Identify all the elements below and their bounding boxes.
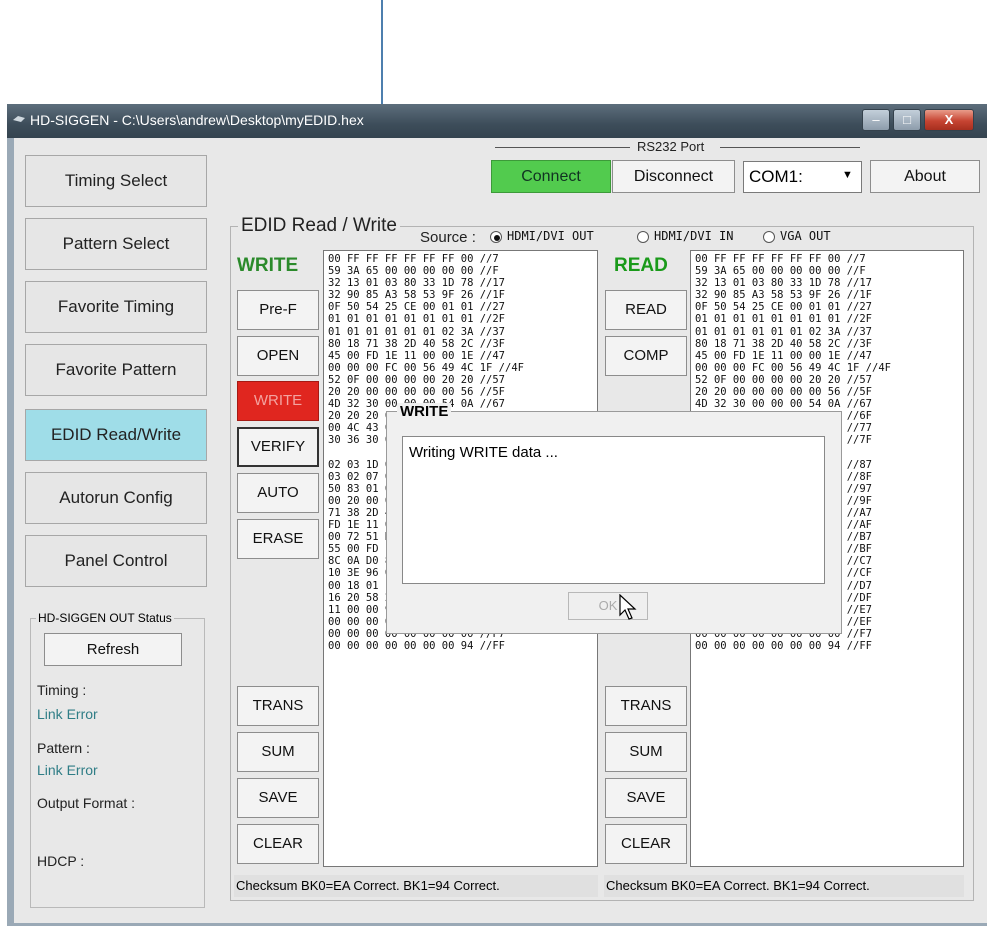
write-dialog-text: Writing WRITE data ... [409, 444, 558, 461]
open-button[interactable]: OPEN [237, 336, 319, 376]
source-label: Source : [420, 229, 476, 246]
erase-button[interactable]: ERASE [237, 519, 319, 559]
nav-favorite-pattern[interactable]: Favorite Pattern [25, 344, 207, 396]
com-port-select[interactable]: COM1: ▼ [743, 161, 862, 193]
nav-panel-control[interactable]: Panel Control [25, 535, 207, 587]
hex-line: 32 90 85 A3 58 53 9F 26 //1F [328, 289, 506, 302]
hex-line: 4D 32 30 00 00 00 54 0A //67 [328, 398, 506, 411]
hex-line: 32 13 01 03 80 33 1D 78 //17 [328, 277, 506, 290]
app-icon [13, 116, 25, 122]
hex-line: 00 00 00 00 00 00 00 94 //FF [695, 640, 873, 652]
read-sum-button[interactable]: SUM [605, 732, 687, 772]
pattern-value: Link Error [37, 762, 98, 778]
source-radio-hdmi-in[interactable] [637, 231, 649, 243]
pattern-label: Pattern : [37, 740, 90, 756]
write-trans-button[interactable]: TRANS [237, 686, 319, 726]
hex-line: 00 FF FF FF FF FF FF 00 //7 [695, 253, 866, 265]
read-save-button[interactable]: SAVE [605, 778, 687, 818]
hex-line: 4D 32 30 00 00 00 54 0A //67 [695, 398, 873, 411]
hex-line: 59 3A 65 00 00 00 00 00 //F [695, 265, 866, 278]
hex-line: 80 18 71 38 2D 40 58 2C //3F [328, 337, 506, 350]
write-clear-button[interactable]: CLEAR [237, 824, 319, 864]
out-status-title: HD-SIGGEN OUT Status [36, 611, 174, 625]
hex-line: 20 20 00 00 00 00 00 56 //5F [695, 386, 873, 399]
com-port-value: COM1: [749, 167, 803, 186]
comp-button[interactable]: COMP [605, 336, 687, 376]
hex-line: 00 00 00 FC 00 56 49 4C 1F //4F [328, 361, 524, 374]
window-title: HD-SIGGEN - C:\Users\andrew\Desktop\myED… [30, 112, 364, 128]
source-option-hdmi-out: HDMI/DVI OUT [507, 229, 594, 243]
read-clear-button[interactable]: CLEAR [605, 824, 687, 864]
pre-f-button[interactable]: Pre-F [237, 290, 319, 330]
hex-line: 20 20 00 00 00 00 00 56 //5F [328, 386, 506, 399]
write-sum-button[interactable]: SUM [237, 732, 319, 772]
read-button[interactable]: READ [605, 290, 687, 330]
mouse-cursor-icon [619, 594, 637, 620]
write-checksum: Checksum BK0=EA Correct. BK1=94 Correct. [234, 875, 598, 897]
output-format-label: Output Format : [37, 795, 136, 811]
hex-line: 01 01 01 01 01 01 01 01 //2F [695, 313, 873, 326]
hex-line: 00 00 00 00 00 00 00 94 //FF [328, 640, 506, 652]
nav-autorun-config[interactable]: Autorun Config [25, 472, 207, 524]
timing-label: Timing : [37, 682, 87, 698]
rs232-line-right [720, 147, 860, 148]
write-button[interactable]: WRITE [237, 381, 319, 421]
about-button[interactable]: About [870, 160, 980, 193]
write-save-button[interactable]: SAVE [237, 778, 319, 818]
hex-line: 52 0F 00 00 00 00 20 20 //57 [328, 373, 506, 386]
hex-line: 45 00 FD 1E 11 00 00 1E //47 [328, 349, 506, 362]
edid-title: EDID Read / Write [238, 215, 400, 237]
nav-pattern-select[interactable]: Pattern Select [25, 218, 207, 270]
close-button[interactable]: X [924, 109, 974, 131]
hex-line: 01 01 01 01 01 01 02 3A //37 [695, 325, 873, 338]
nav-edid-read-write[interactable]: EDID Read/Write [25, 409, 207, 461]
hdcp-label: HDCP : [37, 853, 85, 869]
rs232-line-left [495, 147, 630, 148]
read-checksum: Checksum BK0=EA Correct. BK1=94 Correct. [604, 875, 964, 897]
hex-line: 00 FF FF FF FF FF FF 00 //7 [328, 253, 499, 265]
hex-line: 59 3A 65 00 00 00 00 00 //F [328, 265, 499, 278]
hex-line: 52 0F 00 00 00 00 20 20 //57 [695, 373, 873, 386]
hex-line: 80 18 71 38 2D 40 58 2C //3F [695, 337, 873, 350]
nav-timing-select[interactable]: Timing Select [25, 155, 207, 207]
hex-line: 01 01 01 01 01 01 01 01 //2F [328, 313, 506, 326]
timing-value: Link Error [37, 706, 98, 722]
verify-button[interactable]: VERIFY [237, 427, 319, 467]
nav-favorite-timing[interactable]: Favorite Timing [25, 281, 207, 333]
disconnect-button[interactable]: Disconnect [612, 160, 735, 193]
rs232-title: RS232 Port [637, 139, 705, 154]
refresh-button[interactable]: Refresh [44, 633, 182, 666]
hex-line: 32 13 01 03 80 33 1D 78 //17 [695, 277, 873, 290]
hex-line: 01 01 01 01 01 01 02 3A //37 [328, 325, 506, 338]
auto-button[interactable]: AUTO [237, 473, 319, 513]
maximize-button[interactable]: □ [893, 109, 921, 131]
chevron-down-icon: ▼ [842, 169, 853, 181]
source-radio-hdmi-out[interactable] [490, 231, 502, 243]
read-header: READ [614, 255, 668, 276]
minimize-button[interactable]: – [862, 109, 890, 131]
read-trans-button[interactable]: TRANS [605, 686, 687, 726]
hex-line: 45 00 FD 1E 11 00 00 1E //47 [695, 349, 873, 362]
write-dialog-title: WRITE [397, 403, 452, 420]
hex-line: 00 00 00 FC 00 56 49 4C 1F //4F [695, 361, 891, 374]
source-option-hdmi-in: HDMI/DVI IN [654, 229, 734, 243]
hex-line: 0F 50 54 25 CE 00 01 01 //27 [695, 301, 873, 314]
write-header: WRITE [237, 255, 299, 276]
hex-line: 0F 50 54 25 CE 00 01 01 //27 [328, 301, 506, 314]
source-option-vga-out: VGA OUT [780, 229, 831, 243]
write-dialog-message: Writing WRITE data ... [402, 436, 825, 584]
connect-button[interactable]: Connect [491, 160, 611, 193]
source-radio-vga-out[interactable] [763, 231, 775, 243]
hex-line: 32 90 85 A3 58 53 9F 26 //1F [695, 289, 873, 302]
